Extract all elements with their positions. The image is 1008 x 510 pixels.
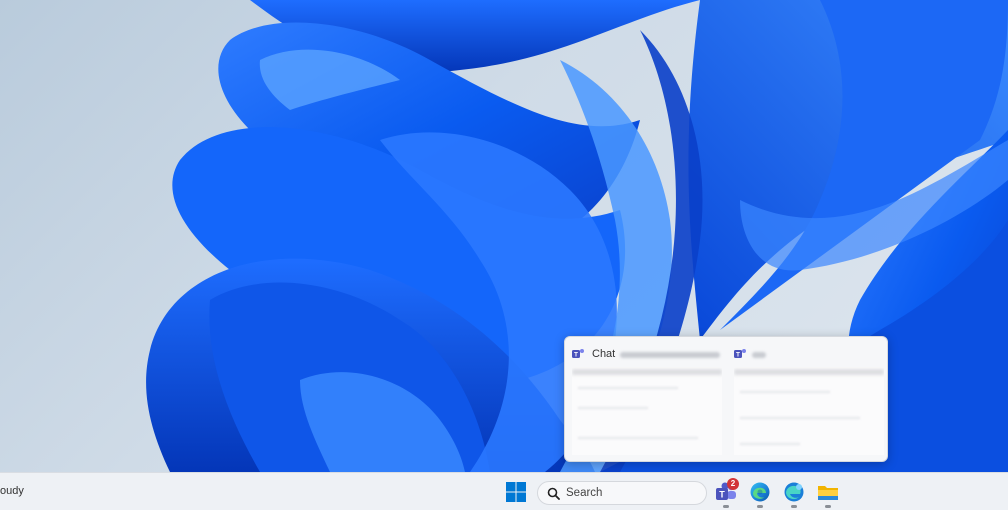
- teams-icon: T: [572, 349, 584, 359]
- notification-badge: 2: [727, 478, 739, 490]
- teams-icon: T: [734, 349, 746, 359]
- taskbar-app-file-explorer[interactable]: [815, 479, 841, 508]
- edge-beta-icon: [784, 482, 804, 502]
- edge-icon: [750, 482, 770, 502]
- taskbar-search-box[interactable]: Search: [537, 481, 707, 505]
- running-indicator: [723, 505, 729, 508]
- taskbar-app-edge[interactable]: [747, 479, 773, 508]
- search-label: Search: [566, 487, 603, 499]
- blurred-title-text: [752, 352, 766, 358]
- start-button[interactable]: [504, 480, 528, 504]
- preview-window-thumbnail: [734, 367, 884, 455]
- blurred-title-text: [620, 352, 720, 358]
- running-indicator: [757, 505, 763, 508]
- taskbar: oudy Search T 2: [0, 472, 1008, 510]
- preview-window-header: T Chat: [572, 346, 722, 362]
- preview-window-header: T: [734, 346, 884, 362]
- taskbar-app-edge-beta[interactable]: [781, 479, 807, 508]
- preview-window-title: Chat: [592, 348, 616, 360]
- running-indicator: [825, 505, 831, 508]
- windows-logo-icon: [506, 482, 526, 502]
- weather-widget[interactable]: oudy: [0, 485, 24, 497]
- svg-text:T: T: [719, 490, 725, 500]
- svg-text:T: T: [736, 352, 740, 359]
- taskbar-thumbnail-preview: T Chat T: [564, 336, 888, 462]
- running-indicator: [791, 505, 797, 508]
- preview-window-thumbnail: [572, 367, 722, 455]
- search-icon: [547, 487, 560, 500]
- svg-text:T: T: [574, 352, 578, 359]
- preview-window-2[interactable]: T: [731, 343, 886, 455]
- preview-window-chat[interactable]: T Chat: [569, 343, 724, 455]
- folder-icon: [818, 486, 838, 500]
- taskbar-app-teams[interactable]: T 2: [713, 478, 739, 508]
